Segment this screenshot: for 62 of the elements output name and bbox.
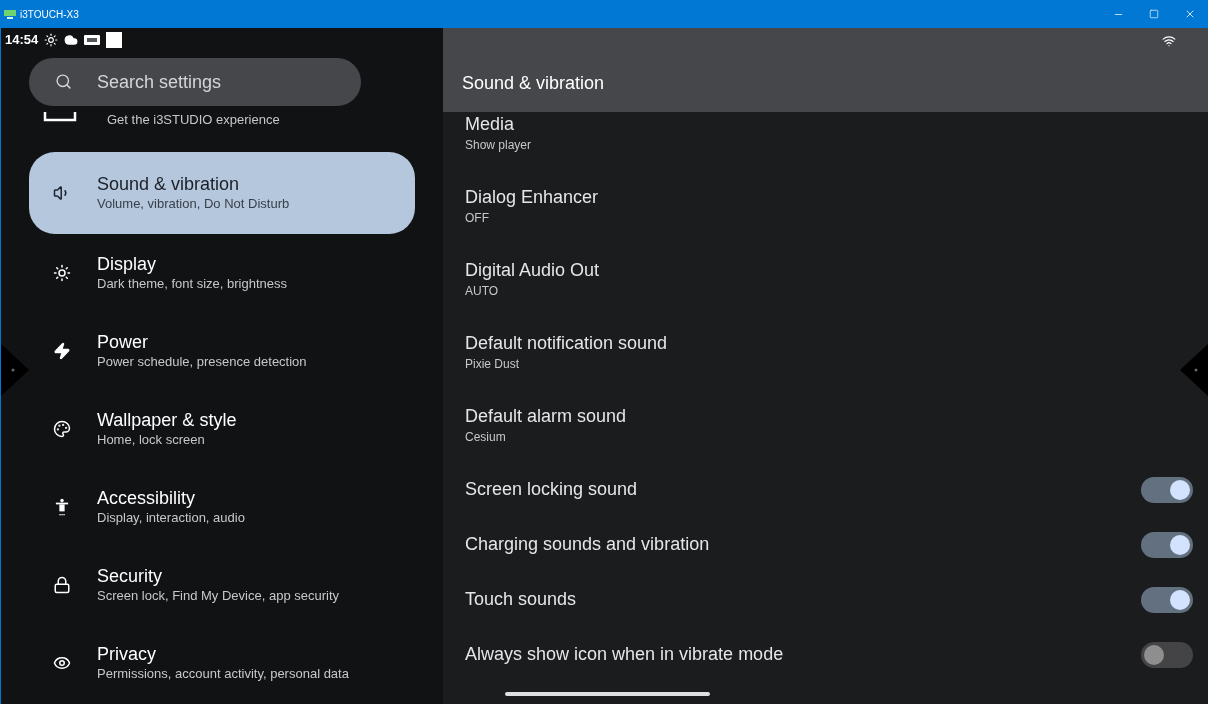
edge-handle-icon[interactable] [1178,344,1208,396]
item-subtitle: Volume, vibration, Do Not Disturb [97,195,290,213]
setting-title[interactable]: Dialog Enhancer [465,185,599,209]
square-icon [106,32,123,48]
item-subtitle: Home, lock screen [97,431,206,449]
accessibility-icon [55,498,69,516]
status-time: 14:54 [5,31,39,50]
item-subtitle: Permissions, account activity, personal data [97,665,349,683]
item-title: Power [97,331,150,353]
search-field[interactable]: Search settings [29,58,361,106]
toggle-switch[interactable] [1141,476,1193,503]
setting-title[interactable]: Digital Audio Out [465,258,600,282]
sidebar-item[interactable]: Display Dark theme, font size, brightness [29,234,415,312]
setting-value: AUTO [465,283,499,300]
toggle-switch[interactable] [1141,531,1193,558]
wifi-icon [1162,34,1176,48]
item-title: Wallpaper & style [97,409,237,431]
lock-icon [53,576,71,594]
setting-value: Cesium [465,429,506,446]
sidebar-item[interactable]: Privacy Permissions, account activity, personal data [29,624,415,702]
brightness-icon [53,264,71,282]
item-subtitle: Get the i3STUDIO experience [107,112,280,128]
setting-title: Charging sounds and vibration [465,533,710,556]
setting-title: Touch sounds [465,588,577,611]
window-title: i3TOUCH-X3 [20,7,79,22]
item-subtitle: Display, interaction, audio [97,509,245,527]
lightning-icon [53,342,71,360]
notification-icon [84,35,101,45]
toggle-switch[interactable] [1141,586,1193,613]
search-icon [55,73,72,90]
item-title: Privacy [97,643,157,665]
sidebar-item[interactable]: Sound & vibration Volume, vibration, Do Not Disturb [29,152,415,234]
item-subtitle: Dark theme, font size, brightness [97,275,288,293]
eye-icon [53,654,71,672]
setting-title: Screen locking sound [465,478,638,501]
setting-title[interactable]: Media [465,112,515,136]
palette-icon [53,420,71,438]
setting-value: Show player [465,137,532,154]
item-title: Security [97,565,164,587]
setting-value: Pixie Dust [465,356,520,373]
item-title: Accessibility [97,487,197,509]
sidebar-item[interactable]: Security Screen lock, Find My Device, app security [29,546,415,624]
toggle-switch[interactable] [1141,641,1193,668]
maximize-icon [1149,9,1159,19]
setting-title[interactable]: Default notification sound [465,331,668,355]
app-icon [4,9,16,19]
sidebar-item[interactable]: Wallpaper & style Home, lock screen [29,390,415,468]
close-icon [1184,8,1196,20]
sidebar-item[interactable]: Get the i3STUDIO experience [1,106,443,152]
setting-value: OFF [465,210,489,227]
page-title: Sound & vibration [462,72,606,95]
edge-handle-icon[interactable] [1,344,31,396]
item-title: Sound & vibration [97,173,241,195]
setting-title[interactable]: Default alarm sound [465,404,627,428]
setting-title: Always show icon when in vibrate mode [465,643,784,666]
item-subtitle: Screen lock, Find My Device, app security [97,587,340,605]
item-subtitle: Power schedule, presence detection [97,353,307,371]
cloud-icon [64,33,79,47]
item-title: Display [97,253,158,275]
bracket-icon [43,112,77,122]
sidebar-item[interactable]: Accessibility Display, interaction, audio [29,468,415,546]
sidebar-item[interactable]: Power Power schedule, presence detection [29,312,415,390]
